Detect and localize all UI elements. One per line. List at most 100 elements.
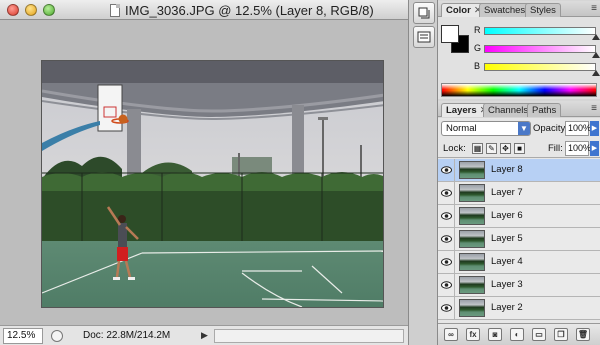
layer-thumbnail (459, 230, 485, 248)
document-titlebar[interactable]: IMG_3036.JPG @ 12.5% (Layer 8, RGB/8) (0, 0, 408, 20)
basketball-court-photo (42, 61, 383, 307)
blend-mode-select[interactable]: Normal ▼ (441, 121, 531, 136)
document-size-info: Doc: 22.8M/214.2M (83, 330, 171, 341)
document-file-icon (110, 3, 120, 17)
layer-row[interactable]: Layer 2 (438, 297, 600, 320)
lock-position-icon[interactable]: ✥ (500, 143, 511, 154)
opacity-slider-arrow-icon[interactable]: ▶ (590, 121, 599, 136)
foreground-color-swatch[interactable] (441, 25, 459, 43)
new-layer-icon[interactable]: ❐ (554, 328, 568, 341)
layer-thumbnail (459, 161, 485, 179)
minimize-window-button[interactable] (25, 4, 37, 16)
group-icon[interactable]: ▭ (532, 328, 546, 341)
canvas-area[interactable] (0, 20, 408, 325)
document-window: IMG_3036.JPG @ 12.5% (Layer 8, RGB/8) 12… (0, 0, 408, 345)
history-icon (418, 7, 430, 19)
green-slider-track[interactable] (484, 45, 596, 53)
visibility-toggle[interactable] (438, 182, 455, 204)
green-slider-row: G 255 (474, 41, 600, 59)
layer-row[interactable]: Layer 4 (438, 251, 600, 274)
layers-footer-toolbar: ∞ fx ◙ ◐ ▭ ❐ 🗑 (438, 323, 600, 345)
tab-channels-label: Channels (488, 105, 529, 116)
lock-all-icon[interactable]: ■ (514, 143, 525, 154)
tab-swatches[interactable]: Swatches (479, 3, 531, 17)
blue-slider-row: B 255 (474, 59, 600, 77)
layer-row[interactable]: Layer 3 (438, 274, 600, 297)
color-panel: R 255 G 255 B 255 (438, 17, 600, 99)
blend-row: Normal ▼ Opacity: 100% ▶ (438, 120, 600, 138)
layer-name: Layer 5 (491, 233, 523, 244)
visibility-toggle[interactable] (438, 159, 455, 181)
tab-styles-label: Styles (530, 5, 556, 16)
blue-slider-thumb[interactable] (592, 70, 600, 76)
layer-name: Layer 6 (491, 210, 523, 221)
info-panel-button[interactable] (413, 26, 435, 48)
info-icon (417, 31, 431, 43)
history-panel-button[interactable] (413, 2, 435, 24)
photo-canvas[interactable] (41, 60, 384, 308)
adjustment-icon[interactable]: ◐ (510, 328, 524, 341)
tab-styles[interactable]: Styles (525, 3, 561, 17)
panel-menu-icon[interactable]: ≡ (591, 3, 597, 14)
tab-color-label: Color (446, 5, 471, 16)
layer-row[interactable]: Layer 7 (438, 182, 600, 205)
visibility-toggle[interactable] (438, 274, 455, 296)
trash-icon[interactable]: 🗑 (576, 328, 590, 341)
visibility-toggle[interactable] (438, 297, 455, 319)
color-spectrum-bar[interactable] (441, 83, 597, 97)
foreground-background-swatches (441, 25, 471, 55)
status-info-icon[interactable] (51, 329, 63, 342)
layer-thumbnail (459, 184, 485, 202)
red-slider-label: R (474, 25, 481, 35)
layer-row[interactable]: Layer 8 (438, 159, 600, 182)
fill-slider-arrow-icon[interactable]: ▶ (590, 141, 599, 156)
opacity-field[interactable]: 100% (565, 121, 591, 136)
layer-row[interactable]: Layer 5 (438, 228, 600, 251)
layer-thumbnail (459, 207, 485, 225)
layer-name: Layer 7 (491, 187, 523, 198)
document-title: IMG_3036.JPG @ 12.5% (Layer 8, RGB/8) (125, 2, 374, 18)
tab-paths[interactable]: Paths (527, 103, 562, 117)
fx-icon[interactable]: fx (466, 328, 480, 341)
link-layers-icon[interactable]: ∞ (444, 328, 458, 341)
layer-name: Layer 8 (491, 164, 523, 175)
zoom-window-button[interactable] (43, 4, 55, 16)
visibility-toggle[interactable] (438, 228, 455, 250)
layer-name: Layer 4 (491, 256, 523, 267)
fill-label: Fill: (548, 143, 563, 154)
chevron-down-icon: ▼ (518, 122, 530, 135)
lock-row: Lock: ▦ ✎ ✥ ■ Fill: 100% ▶ (438, 140, 600, 158)
layer-thumbnail (459, 276, 485, 294)
fill-field[interactable]: 100% (565, 141, 591, 156)
close-window-button[interactable] (7, 4, 19, 16)
red-slider-thumb[interactable] (592, 34, 600, 40)
red-slider-row: R 255 (474, 23, 600, 41)
visibility-toggle[interactable] (438, 205, 455, 227)
mask-icon[interactable]: ◙ (488, 328, 502, 341)
tab-swatches-label: Swatches (484, 5, 526, 16)
lock-image-pixels-icon[interactable]: ✎ (486, 143, 497, 154)
lock-transparent-pixels-icon[interactable]: ▦ (472, 143, 483, 154)
zoom-level-field[interactable]: 12.5% (3, 327, 43, 344)
layer-thumbnail (459, 253, 485, 271)
blue-slider-track[interactable] (484, 63, 596, 71)
tab-layers-label: Layers (446, 105, 477, 116)
layer-row[interactable]: Layer 6 (438, 205, 600, 228)
eye-icon (441, 189, 452, 197)
eye-icon (441, 166, 452, 174)
lock-label: Lock: (443, 143, 466, 154)
opacity-label: Opacity: (533, 123, 568, 134)
status-bar: 12.5% Doc: 22.8M/214.2M ▶ (0, 325, 408, 345)
eye-icon (441, 258, 452, 266)
tab-channels[interactable]: Channels (483, 103, 534, 117)
eye-icon (441, 235, 452, 243)
horizontal-scrollbar[interactable] (213, 328, 404, 343)
visibility-toggle[interactable] (438, 251, 455, 273)
red-slider-track[interactable] (484, 27, 596, 35)
green-slider-thumb[interactable] (592, 52, 600, 58)
eye-icon (441, 281, 452, 289)
panel-menu-icon[interactable]: ≡ (591, 103, 597, 114)
eye-icon (441, 212, 452, 220)
layers-panel: Normal ▼ Opacity: 100% ▶ Lock: ▦ ✎ ✥ ■ F… (438, 118, 600, 345)
status-menu-arrow-icon[interactable]: ▶ (201, 330, 208, 341)
